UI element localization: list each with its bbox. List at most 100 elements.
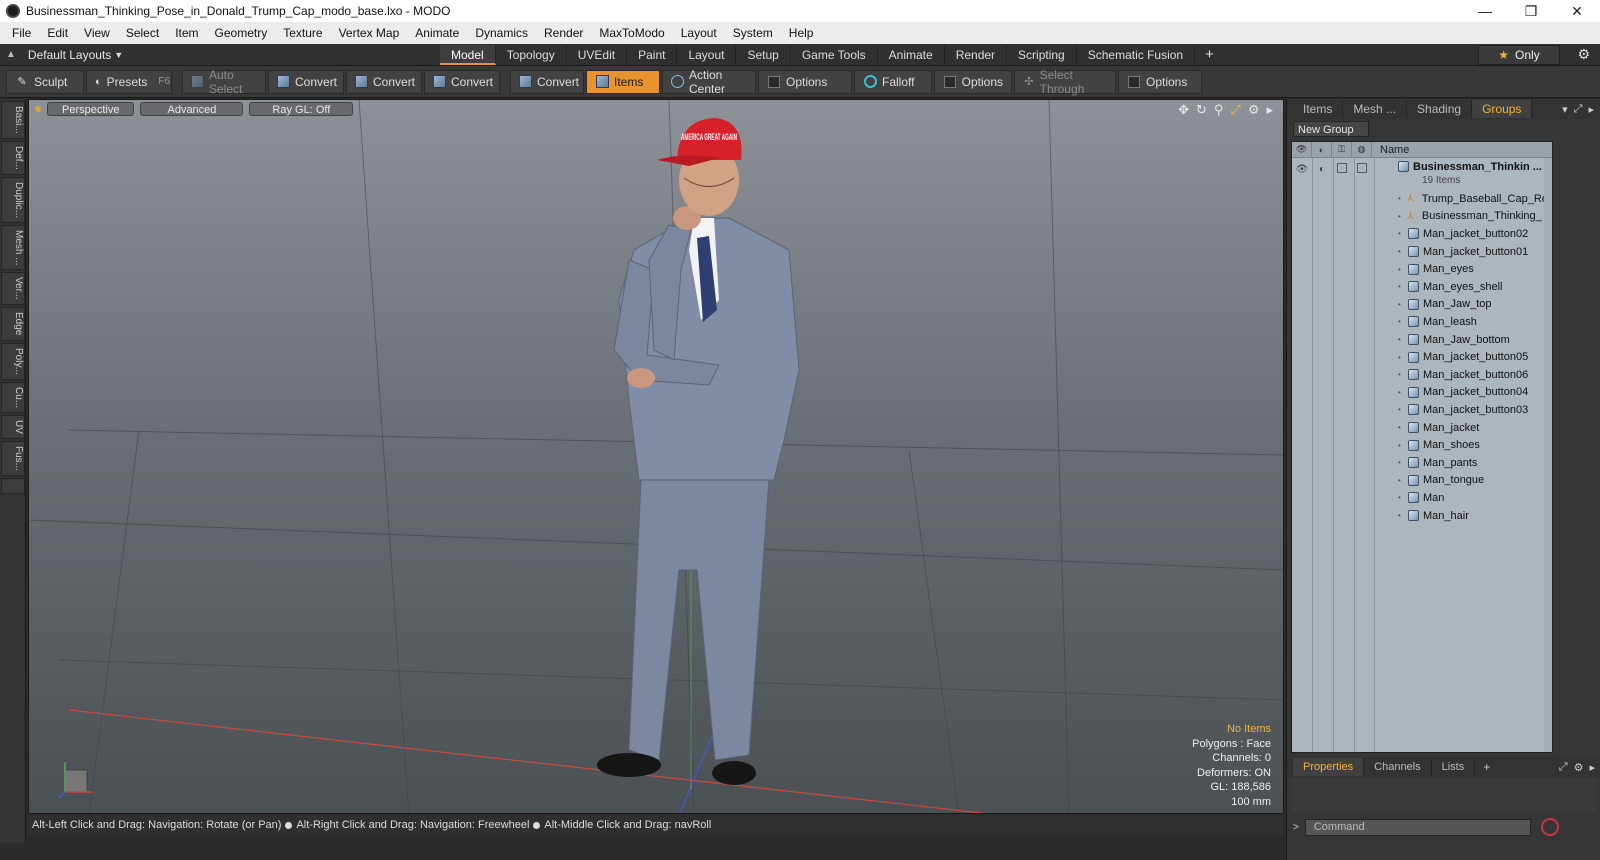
presets-button[interactable]: ◐ Presets F6: [86, 69, 172, 94]
menu-animate[interactable]: Animate: [407, 26, 467, 40]
menu-edit[interactable]: Edit: [39, 26, 76, 40]
businessman-model[interactable]: AMERICA GREAT AGAIN: [597, 118, 800, 785]
expand-strip-button[interactable]: [1, 477, 25, 494]
close-button[interactable]: ✕: [1554, 3, 1600, 20]
new-group-button[interactable]: New Group: [1293, 121, 1369, 137]
tab-render[interactable]: Render: [945, 44, 1008, 65]
render-column-icon[interactable]: ◐: [1312, 142, 1332, 158]
viewport-settings-icon[interactable]: ⚙: [1248, 102, 1260, 118]
lock-column-icon[interactable]: ⚿: [1332, 142, 1352, 158]
list-item[interactable]: • Man_hair: [1292, 507, 1552, 525]
convert-materials-button[interactable]: Convert: [510, 69, 584, 94]
tab-mesh[interactable]: Mesh ...: [1343, 100, 1408, 118]
tab-duplicate[interactable]: Duplic...: [1, 176, 25, 223]
zoom-icon[interactable]: ⚲: [1214, 102, 1224, 118]
maximize-panel-icon[interactable]: ⤢: [1574, 103, 1583, 116]
record-macro-icon[interactable]: [1540, 818, 1559, 836]
menu-select[interactable]: Select: [118, 26, 167, 40]
menu-view[interactable]: View: [76, 26, 118, 40]
options-checkbox-icon[interactable]: [767, 75, 781, 89]
rotate-icon[interactable]: ↻: [1196, 102, 1207, 118]
name-column-header[interactable]: Name: [1372, 144, 1409, 156]
list-item[interactable]: • Man_jacket_button03: [1292, 401, 1552, 419]
convert-vertices-button[interactable]: Convert: [268, 69, 344, 94]
tab-polygon[interactable]: Poly...: [1, 342, 25, 380]
items-button[interactable]: Items: [586, 69, 660, 94]
convert-polygons-button[interactable]: Convert: [424, 69, 500, 94]
tab-channels[interactable]: Channels: [1364, 758, 1432, 776]
layouts-dropdown[interactable]: ▲ Default Layouts ▼: [0, 48, 440, 62]
list-item[interactable]: • Man_jacket_button05: [1292, 348, 1552, 366]
viewport-menu-dot[interactable]: [35, 106, 41, 112]
add-tab-icon[interactable]: +: [1195, 46, 1224, 63]
tab-deform[interactable]: Def...: [1, 140, 25, 175]
convert-edges-button[interactable]: Convert: [346, 69, 422, 94]
select-column-icon[interactable]: ◍: [1352, 142, 1372, 158]
list-item[interactable]: • Man: [1292, 489, 1552, 507]
list-item[interactable]: • Man_leash: [1292, 313, 1552, 331]
add-tab-icon[interactable]: +: [1475, 760, 1498, 774]
falloff-options-button[interactable]: Options: [934, 69, 1012, 94]
list-item[interactable]: • Man_pants: [1292, 454, 1552, 472]
list-item[interactable]: • Man_eyes: [1292, 260, 1552, 278]
tree-scrollbar[interactable]: [1544, 158, 1552, 752]
only-button[interactable]: ★ Only: [1478, 45, 1560, 65]
tab-animate[interactable]: Animate: [878, 44, 945, 65]
list-item[interactable]: • Man_jacket_button04: [1292, 384, 1552, 402]
tab-properties[interactable]: Properties: [1293, 758, 1365, 776]
menu-geometry[interactable]: Geometry: [207, 26, 276, 40]
chevron-down-icon[interactable]: ▾: [1562, 103, 1568, 116]
sculpt-button[interactable]: ✎ Sculpt: [6, 69, 84, 94]
gear-icon[interactable]: ⚙: [1577, 46, 1590, 63]
3d-viewport[interactable]: AMERICA GREAT AGAIN Perspective Advanced…: [28, 99, 1284, 814]
maximize-button[interactable]: ❐: [1508, 3, 1554, 20]
tab-basic[interactable]: Basi...: [1, 101, 25, 139]
menu-item[interactable]: Item: [167, 26, 206, 40]
raygl-toggle[interactable]: Ray GL: Off: [249, 102, 354, 116]
list-item[interactable]: • Man_Jaw_top: [1292, 296, 1552, 314]
menu-maxtomodo[interactable]: MaxToModo: [591, 26, 672, 40]
list-item[interactable]: • Man_eyes_shell: [1292, 278, 1552, 296]
action-center-options-button[interactable]: Options: [758, 69, 852, 94]
action-center-button[interactable]: Action Center: [662, 68, 756, 96]
list-item[interactable]: • Man_Jaw_bottom: [1292, 331, 1552, 349]
tab-curve[interactable]: Cu...: [1, 381, 25, 413]
list-item[interactable]: • ⅄ Businessman_Thinking_ ...: [1292, 208, 1552, 226]
list-item[interactable]: • Man_jacket: [1292, 419, 1552, 437]
tab-layout[interactable]: Layout: [677, 44, 737, 65]
collapse-up-icon[interactable]: ▲: [6, 49, 16, 60]
minimize-button[interactable]: —: [1462, 3, 1508, 19]
list-item[interactable]: • Man_jacket_button06: [1292, 366, 1552, 384]
options-checkbox-icon[interactable]: [943, 75, 957, 89]
tab-setup[interactable]: Setup: [736, 44, 791, 65]
list-item[interactable]: • Man_jacket_button02: [1292, 225, 1552, 243]
tab-lists[interactable]: Lists: [1432, 758, 1476, 776]
tab-topology[interactable]: Topology: [496, 44, 567, 65]
tab-uvedit[interactable]: UVEdit: [567, 44, 628, 65]
groups-tree[interactable]: 👁 ◐ ⚿ ◍ Name 👁 ◐ Businessman_Thinkin ...…: [1291, 141, 1553, 753]
shading-dropdown[interactable]: Advanced: [140, 102, 244, 116]
list-item[interactable]: • Man_tongue: [1292, 472, 1552, 490]
menu-layout[interactable]: Layout: [673, 26, 725, 40]
tab-mesh-edit[interactable]: Mesh ...: [1, 224, 25, 271]
tab-schematic-fusion[interactable]: Schematic Fusion: [1077, 44, 1196, 65]
tab-shading[interactable]: Shading: [1407, 100, 1473, 118]
view-mode-dropdown[interactable]: Perspective: [47, 102, 135, 116]
maximize-panel-icon[interactable]: ⤢: [1559, 761, 1568, 774]
tab-scripting[interactable]: Scripting: [1007, 44, 1077, 65]
menu-vertex-map[interactable]: Vertex Map: [331, 26, 408, 40]
select-through-options-button[interactable]: Options: [1118, 69, 1202, 94]
pan-icon[interactable]: ✥: [1178, 102, 1189, 118]
menu-system[interactable]: System: [725, 26, 781, 40]
auto-select-button[interactable]: Auto Select: [182, 68, 266, 96]
select-through-button[interactable]: ✣ Select Through: [1014, 68, 1116, 96]
tab-fusion[interactable]: Fus...: [1, 440, 25, 476]
tab-uv[interactable]: UV: [1, 414, 25, 439]
fit-icon[interactable]: ⤢: [1230, 102, 1240, 118]
expand-arrow-icon[interactable]: ▸: [1589, 761, 1595, 774]
list-item[interactable]: • Man_jacket_button01: [1292, 243, 1552, 261]
menu-file[interactable]: File: [4, 26, 39, 40]
gear-icon[interactable]: ⚙: [1574, 761, 1584, 774]
menu-dynamics[interactable]: Dynamics: [467, 26, 536, 40]
expand-arrow-icon[interactable]: ▸: [1266, 102, 1273, 118]
